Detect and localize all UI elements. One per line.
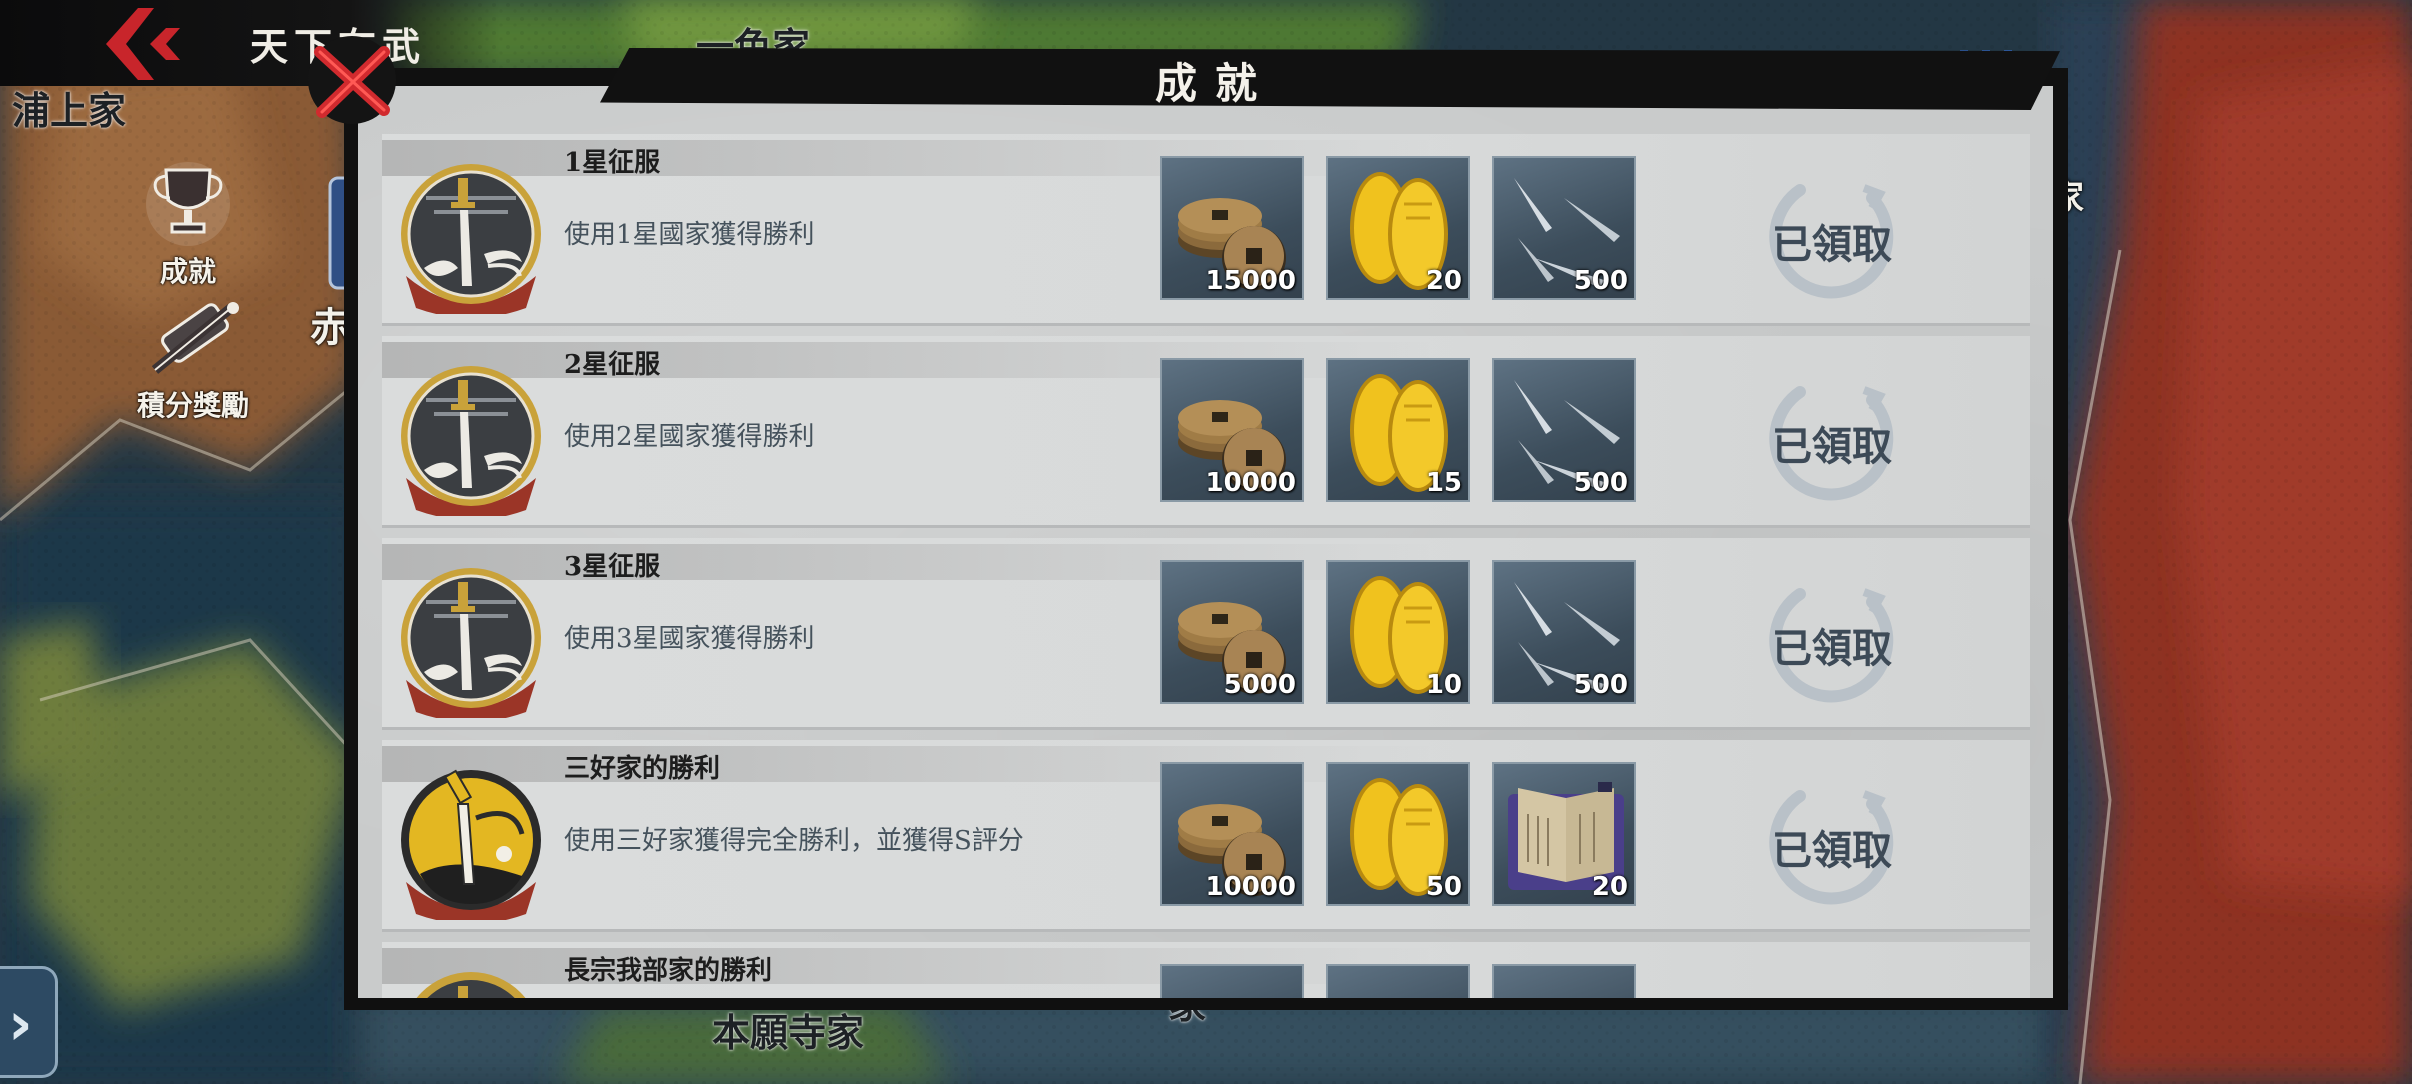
reward-item[interactable] xyxy=(1160,964,1304,998)
sidebar-item-label: 成就 xyxy=(159,255,216,288)
achievement-description: 使用三好家獲得完全勝利，並獲得S評分 xyxy=(564,826,1024,856)
reward-item[interactable]: 15 xyxy=(1326,358,1470,502)
map-label-urakami[interactable]: 浦上家 xyxy=(12,80,126,135)
reward-quantity: 10 xyxy=(1425,670,1462,700)
reward-item[interactable]: 20 xyxy=(1492,762,1636,906)
reward-item[interactable]: 50 xyxy=(1326,762,1470,906)
achievement-name: 2星征服 xyxy=(564,350,661,380)
reward-quantity: 500 xyxy=(1573,670,1628,700)
reward-quantity: 500 xyxy=(1573,266,1628,296)
reward-item[interactable]: 5000 xyxy=(1160,560,1304,704)
katana-badge-icon xyxy=(401,568,541,718)
expand-sidebar-tab[interactable]: › xyxy=(0,966,58,1078)
achievement-name: 3星征服 xyxy=(564,552,661,582)
reward-quantity: 15 xyxy=(1425,468,1462,498)
sidebar-item-point-rewards[interactable]: 積分獎勵 xyxy=(118,300,268,424)
modal-title: 成就 xyxy=(1154,59,1275,108)
claimed-label: 已領取 xyxy=(1772,827,1892,874)
reward-quantity: 10000 xyxy=(1205,872,1296,902)
achievement-name: 三好家的勝利 xyxy=(564,754,721,784)
reward-item[interactable]: 10 xyxy=(1326,560,1470,704)
map-label-honganji[interactable]: 本願寺家 xyxy=(712,1002,864,1057)
claimed-button[interactable]: 已領取 xyxy=(1764,370,1900,506)
gold-katana-badge-icon xyxy=(401,769,541,920)
claimed-button[interactable]: 已領取 xyxy=(1764,168,1900,304)
katana-badge-icon xyxy=(416,972,526,998)
chevron-right-icon: › xyxy=(8,989,33,1059)
reward-quantity: 20 xyxy=(1425,266,1462,296)
reward-item[interactable]: 10000 xyxy=(1160,762,1304,906)
achievement-name: 1星征服 xyxy=(564,148,661,178)
reward-item[interactable]: 15000 xyxy=(1160,156,1304,300)
sidebar-item-achievements[interactable]: 成就 xyxy=(138,156,238,290)
achievement-description: 使用3星國家獲得勝利 xyxy=(564,624,815,654)
reward-quantity: 50 xyxy=(1425,872,1462,902)
katana-badge-icon xyxy=(401,164,541,314)
achievement-description: 使用2星國家獲得勝利 xyxy=(564,422,815,452)
achievement-row[interactable]: 3星征服 使用3星國家獲得勝利 5000 10 500 已領取 xyxy=(382,538,2030,730)
back-arrow-icon xyxy=(106,8,180,80)
claimed-label: 已領取 xyxy=(1772,221,1892,268)
reward-quantity: 500 xyxy=(1573,468,1628,498)
sidebar-item-label: 積分獎勵 xyxy=(136,389,249,422)
back-button[interactable] xyxy=(100,4,190,84)
reward-quantity: 5000 xyxy=(1223,670,1296,700)
reward-quantity: 15000 xyxy=(1205,266,1296,296)
reward-item[interactable]: 20 xyxy=(1326,156,1470,300)
claimed-button[interactable]: 已領取 xyxy=(1764,572,1900,708)
achievement-row[interactable]: 三好家的勝利 使用三好家獲得完全勝利，並獲得S評分 10000 50 20 已領… xyxy=(382,740,2030,932)
achievement-row[interactable]: 長宗我部家的勝利 xyxy=(382,942,2030,998)
trophy-icon xyxy=(146,162,230,246)
claimed-label: 已領取 xyxy=(1772,423,1892,470)
reward-item[interactable]: 500 xyxy=(1492,560,1636,704)
achievement-row[interactable]: 2星征服 使用2星國家獲得勝利 10000 15 500 已領取 xyxy=(382,336,2030,528)
reward-item[interactable]: 500 xyxy=(1492,156,1636,300)
achievement-description: 使用1星國家獲得勝利 xyxy=(564,220,815,250)
katana-badge-icon xyxy=(401,366,541,516)
reward-item[interactable]: 500 xyxy=(1492,358,1636,502)
close-x-icon xyxy=(308,36,396,124)
scroll-brush-icon xyxy=(151,302,239,374)
achievement-row[interactable]: 1星征服 使用1星國家獲得勝利 15000 20 500 已領取 xyxy=(382,134,2030,326)
reward-item[interactable] xyxy=(1326,964,1470,998)
reward-quantity: 10000 xyxy=(1205,468,1296,498)
claimed-button[interactable]: 已領取 xyxy=(1764,774,1900,910)
reward-quantity: 20 xyxy=(1591,872,1628,902)
reward-item[interactable] xyxy=(1492,964,1636,998)
achievements-modal: 1星征服 使用1星國家獲得勝利 15000 20 500 已領取 2星征服 使用… xyxy=(358,86,2053,998)
close-button[interactable] xyxy=(300,28,405,133)
reward-item[interactable]: 10000 xyxy=(1160,358,1304,502)
achievement-name: 長宗我部家的勝利 xyxy=(564,956,773,986)
claimed-label: 已領取 xyxy=(1772,625,1892,672)
title-brush-band xyxy=(600,48,2060,110)
